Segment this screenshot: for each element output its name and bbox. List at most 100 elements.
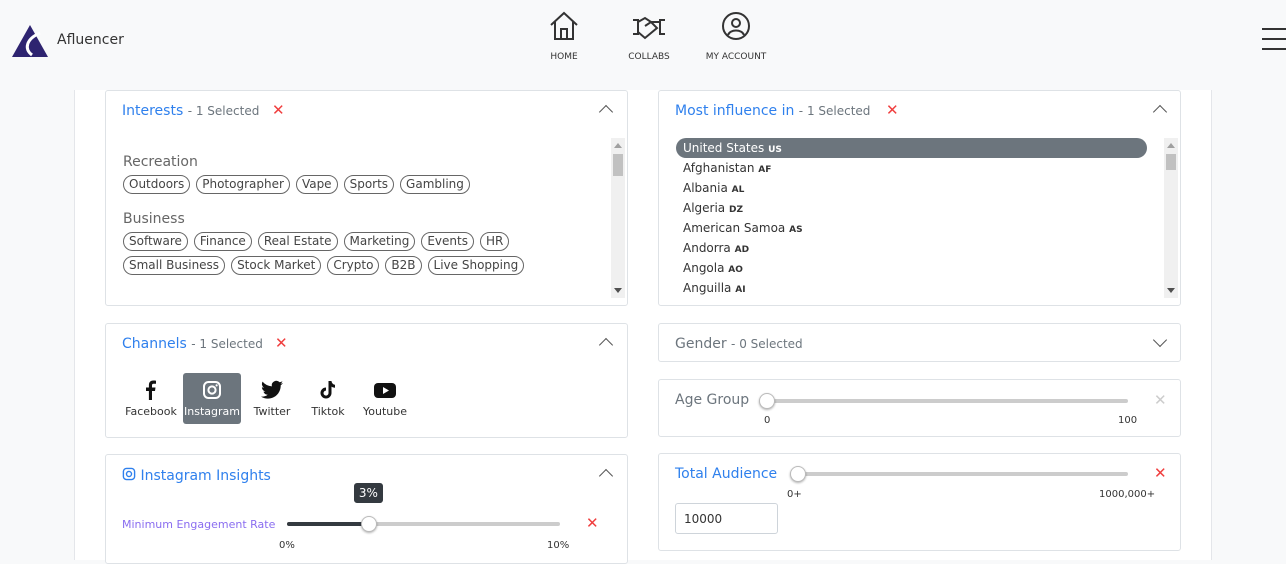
country-code: AL — [731, 185, 745, 195]
afluencer-logo[interactable] — [12, 25, 48, 57]
chevron-up-icon[interactable] — [598, 337, 614, 353]
channel-twitter[interactable]: Twitter — [243, 373, 301, 424]
interest-tag[interactable]: Vape — [295, 175, 338, 194]
header: Afluencer HOME COLLABS MY ACCOUNT — [0, 0, 1286, 90]
instagram-icon — [203, 381, 221, 399]
interest-tag[interactable]: Photographer — [196, 175, 290, 194]
gender-selected-count: - 0 Selected — [731, 337, 803, 351]
facebook-icon — [146, 380, 156, 400]
interest-group-title: Recreation — [123, 154, 198, 170]
country-option[interactable]: Anguilla AI — [676, 278, 1147, 298]
interest-tag[interactable]: HR — [479, 232, 510, 251]
interest-tag[interactable]: Gambling — [400, 175, 470, 194]
nav-my-account-label: MY ACCOUNT — [705, 52, 767, 62]
interest-tag[interactable]: B2B — [385, 256, 422, 275]
country-scrollbar[interactable] — [1164, 138, 1178, 298]
channels-title[interactable]: Channels - 1 Selected — [122, 336, 263, 352]
country-option[interactable]: United States US — [676, 138, 1147, 158]
channel-facebook[interactable]: Facebook — [122, 373, 180, 424]
insights-title[interactable]: Instagram Insights — [122, 467, 271, 484]
country-code: AD — [734, 245, 750, 255]
country-name: Anguilla — [683, 281, 732, 295]
country-name: Algeria — [683, 201, 726, 215]
country-name: American Samoa — [683, 221, 786, 235]
country-option[interactable]: Andorra AD — [676, 238, 1147, 258]
audience-slider-handle[interactable] — [790, 466, 806, 482]
age-slider-track[interactable] — [764, 399, 1128, 403]
channel-label: Instagram — [184, 405, 240, 418]
interest-tag[interactable]: Real Estate — [257, 232, 338, 251]
interest-tag[interactable]: Crypto — [327, 256, 380, 275]
interests-title-text: Interests — [122, 103, 184, 119]
nav-collabs[interactable]: COLLABS — [619, 10, 679, 62]
nav-home[interactable]: HOME — [534, 10, 594, 62]
country-code: AI — [735, 285, 746, 295]
hamburger-icon[interactable] — [1262, 28, 1286, 50]
country-code: AO — [728, 265, 743, 275]
interests-title[interactable]: Interests - 1 Selected — [122, 103, 259, 119]
insights-title-text: Instagram Insights — [140, 468, 271, 484]
interest-tag[interactable]: Events — [421, 232, 474, 251]
interest-tag[interactable]: Stock Market — [231, 256, 322, 275]
country-name: Angola — [683, 261, 725, 275]
nav-collabs-label: COLLABS — [628, 52, 670, 62]
interest-tag[interactable]: Sports — [343, 175, 395, 194]
chevron-down-icon[interactable] — [1152, 332, 1168, 348]
audience-input[interactable] — [675, 503, 778, 534]
clear-audience-icon[interactable]: ✕ — [1154, 464, 1167, 482]
interest-tag[interactable]: Marketing — [343, 232, 416, 251]
country-option[interactable]: Albania AL — [676, 178, 1147, 198]
influence-title[interactable]: Most influence in - 1 Selected — [675, 103, 870, 119]
chevron-up-icon[interactable] — [598, 104, 614, 120]
engagement-slider-fill — [287, 522, 369, 526]
interest-tag[interactable]: Small Business — [123, 256, 226, 275]
clear-influence-icon[interactable]: ✕ — [886, 101, 899, 119]
country-name: Afghanistan — [683, 161, 755, 175]
country-option[interactable]: American Samoa AS — [676, 218, 1147, 238]
channel-youtube[interactable]: Youtube — [356, 373, 414, 424]
clear-interests-icon[interactable]: ✕ — [272, 101, 285, 119]
interest-group-title: Business — [123, 211, 185, 227]
clear-engagement-icon[interactable]: ✕ — [586, 514, 599, 532]
engagement-tooltip: 3% — [353, 483, 383, 503]
country-option[interactable]: Afghanistan AF — [676, 158, 1147, 178]
country-option[interactable]: Algeria DZ — [676, 198, 1147, 218]
age-slider-handle[interactable] — [759, 393, 775, 409]
country-code: AS — [789, 225, 803, 235]
interest-tag[interactable]: Live Shopping — [427, 256, 525, 275]
channel-label: Facebook — [125, 405, 177, 418]
account-icon — [722, 12, 750, 40]
interest-tags: Software Finance Real Estate Marketing Event… — [123, 232, 593, 275]
country-code: US — [768, 145, 782, 155]
chevron-up-icon[interactable] — [1152, 104, 1168, 120]
gender-card[interactable]: Gender - 0 Selected — [658, 323, 1181, 362]
interest-tag[interactable]: Outdoors — [123, 175, 191, 194]
channel-label: Tiktok — [311, 405, 345, 418]
chevron-up-icon[interactable] — [598, 468, 614, 484]
channels-card: Channels - 1 Selected ✕ Facebook Instagr… — [105, 323, 628, 438]
gender-title[interactable]: Gender - 0 Selected — [675, 336, 803, 352]
channel-tiktok[interactable]: Tiktok — [299, 373, 357, 424]
clear-channels-icon[interactable]: ✕ — [275, 334, 288, 352]
audience-slider-track[interactable] — [794, 472, 1128, 476]
instagram-insights-card: Instagram Insights Minimum Engagement Ra… — [105, 454, 628, 564]
engagement-slider-handle[interactable] — [360, 516, 377, 532]
interest-tag[interactable]: Finance — [193, 232, 252, 251]
interests-scrollbar[interactable] — [611, 138, 625, 298]
nav-my-account[interactable]: MY ACCOUNT — [700, 10, 772, 62]
interest-tag[interactable]: Software — [123, 232, 188, 251]
total-audience-card: Total Audience ✕ 0+ 1000,000+ — [658, 453, 1181, 551]
channel-instagram[interactable]: Instagram — [183, 373, 241, 424]
clear-age-icon[interactable]: ✕ — [1154, 391, 1167, 409]
handshake-icon — [633, 16, 665, 40]
country-name: Andorra — [683, 241, 731, 255]
influence-title-text: Most influence in — [675, 103, 795, 119]
age-title: Age Group — [675, 392, 750, 408]
age-group-card: Age Group ✕ 0 100 — [658, 379, 1181, 437]
country-code: AF — [758, 165, 772, 175]
gender-title-text: Gender — [675, 336, 727, 352]
audience-max-label: 1000,000+ — [1099, 489, 1156, 500]
country-option[interactable]: Angola AO — [676, 258, 1147, 278]
twitter-icon — [261, 380, 283, 399]
country-list[interactable]: United States US Afghanistan AF Albania AL… — [676, 138, 1147, 298]
